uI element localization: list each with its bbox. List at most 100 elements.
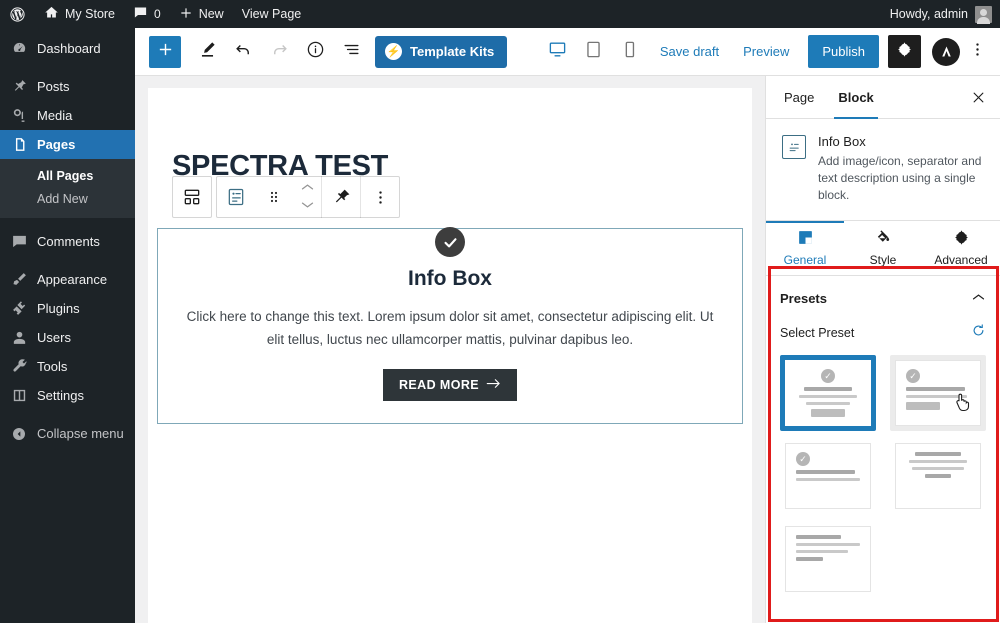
sidebar-label-pages: Pages bbox=[37, 137, 76, 152]
device-tablet-button[interactable] bbox=[577, 35, 611, 69]
adminbar-comments[interactable]: 0 bbox=[124, 0, 170, 28]
check-circle-icon: ✓ bbox=[821, 369, 835, 383]
sidebar-item-settings[interactable]: Settings bbox=[0, 381, 135, 410]
device-desktop-button[interactable] bbox=[541, 35, 575, 69]
chevron-up-icon[interactable] bbox=[300, 179, 315, 197]
home-icon bbox=[44, 5, 59, 23]
sidebar-label-dashboard: Dashboard bbox=[37, 41, 101, 56]
sidebar-item-posts[interactable]: Posts bbox=[0, 72, 135, 101]
tab-general[interactable]: General bbox=[766, 221, 844, 275]
tab-style[interactable]: Style bbox=[844, 221, 922, 275]
preset-option-3[interactable]: ✓ bbox=[780, 438, 876, 514]
save-draft-button[interactable]: Save draft bbox=[649, 35, 730, 69]
sidebar-item-tools[interactable]: Tools bbox=[0, 352, 135, 381]
sidebar-item-add-new[interactable]: Add New bbox=[0, 188, 135, 211]
comment-bubble-icon bbox=[133, 5, 148, 23]
list-view-button[interactable] bbox=[333, 34, 369, 70]
details-button[interactable] bbox=[297, 34, 333, 70]
parent-block-icon[interactable] bbox=[173, 177, 211, 217]
block-card-title: Info Box bbox=[818, 134, 866, 149]
tab-block[interactable]: Block bbox=[826, 76, 885, 119]
menu-separator bbox=[0, 218, 135, 227]
tab-style-label: Style bbox=[869, 253, 897, 267]
read-more-button[interactable]: READ MORE bbox=[383, 369, 517, 401]
pin-tool-icon[interactable] bbox=[322, 177, 360, 217]
collapse-menu-button[interactable]: Collapse menu bbox=[0, 419, 135, 448]
block-options-icon[interactable] bbox=[361, 177, 399, 217]
info-box-block-icon[interactable] bbox=[217, 177, 255, 217]
sidebar-item-dashboard[interactable]: Dashboard bbox=[0, 34, 135, 63]
tools-button[interactable] bbox=[189, 34, 225, 70]
pin-icon bbox=[10, 78, 28, 96]
add-block-button[interactable] bbox=[149, 35, 181, 68]
device-mobile-button[interactable] bbox=[613, 35, 647, 69]
redo-arrow-icon bbox=[270, 40, 289, 64]
vertical-dots-icon bbox=[969, 41, 986, 63]
reset-circular-arrow-icon[interactable] bbox=[971, 323, 986, 343]
menu-separator bbox=[0, 410, 135, 419]
adminbar-new-content[interactable]: New bbox=[170, 0, 233, 28]
plus-icon bbox=[157, 41, 174, 63]
sidebar-item-media[interactable]: Media bbox=[0, 101, 135, 130]
placeholder-text-line bbox=[796, 557, 823, 561]
redo-button[interactable] bbox=[261, 34, 297, 70]
tab-advanced-label: Advanced bbox=[934, 253, 988, 267]
sidebar-tabs: Page Block bbox=[766, 76, 1000, 119]
publish-button[interactable]: Publish bbox=[808, 35, 879, 68]
sidebar-item-appearance[interactable]: Appearance bbox=[0, 265, 135, 294]
placeholder-button bbox=[906, 402, 940, 410]
sidebar-item-all-pages[interactable]: All Pages bbox=[0, 165, 135, 188]
avatar bbox=[975, 5, 992, 24]
info-box-title[interactable]: Info Box bbox=[180, 267, 720, 291]
close-icon[interactable] bbox=[962, 81, 994, 113]
wordpress-block-editor: My Store 0 New View Page Howdy, admin Da… bbox=[0, 0, 1000, 623]
adminbar-site-name[interactable]: My Store bbox=[35, 0, 124, 28]
brush-icon bbox=[10, 271, 28, 289]
template-kits-button[interactable]: ⚡ Template Kits bbox=[375, 35, 508, 68]
preset-option-1[interactable]: ✓ bbox=[780, 355, 876, 431]
placeholder-title-line bbox=[914, 452, 962, 456]
check-circle-icon: ✓ bbox=[796, 452, 810, 466]
chevron-down-icon[interactable] bbox=[300, 197, 315, 215]
info-box-block[interactable]: Info Box Click here to change this text.… bbox=[157, 227, 743, 424]
presets-section-header[interactable]: Presets bbox=[766, 276, 1000, 317]
tab-page[interactable]: Page bbox=[772, 76, 826, 119]
sidebar-label-users: Users bbox=[37, 330, 71, 345]
sidebar-label-plugins: Plugins bbox=[37, 301, 80, 316]
sidebar-item-plugins[interactable]: Plugins bbox=[0, 294, 135, 323]
info-box-text[interactable]: Click here to change this text. Lorem ip… bbox=[180, 305, 720, 351]
select-preset-row: Select Preset bbox=[766, 317, 1000, 351]
placeholder-title-line bbox=[804, 387, 852, 391]
preview-button[interactable]: Preview bbox=[732, 35, 800, 69]
editor-canvas: SPECTRA TEST Info Box Click here to chan… bbox=[135, 76, 765, 623]
preset-option-2[interactable]: ✓ bbox=[890, 355, 986, 431]
read-more-label: READ MORE bbox=[399, 378, 479, 392]
placeholder-text-line bbox=[912, 467, 964, 470]
paint-bucket-icon bbox=[875, 229, 892, 249]
sidebar-item-pages[interactable]: Pages bbox=[0, 130, 135, 159]
adminbar-account[interactable]: Howdy, admin bbox=[890, 5, 1000, 24]
settings-toggle-button[interactable] bbox=[888, 35, 921, 68]
adminbar-view-page[interactable]: View Page bbox=[233, 0, 311, 28]
preset-option-5[interactable] bbox=[780, 521, 876, 597]
adminbar-new-label: New bbox=[198, 7, 224, 21]
presets-label: Presets bbox=[780, 290, 827, 306]
placeholder-text-line bbox=[796, 550, 849, 553]
preset-grid: ✓ ✓ ✓ bbox=[766, 351, 1000, 607]
editor-options-button[interactable] bbox=[962, 35, 992, 69]
undo-button[interactable] bbox=[225, 34, 261, 70]
preset-option-4[interactable] bbox=[890, 438, 986, 514]
block-settings-tabs: General Style Advanced bbox=[766, 221, 1000, 276]
info-box-block-icon bbox=[782, 135, 806, 159]
sidebar-item-users[interactable]: Users bbox=[0, 323, 135, 352]
chevron-up-icon[interactable] bbox=[971, 289, 986, 307]
astra-logo-icon[interactable] bbox=[932, 37, 960, 66]
sidebar-item-comments[interactable]: Comments bbox=[0, 227, 135, 256]
bolt-icon: ⚡ bbox=[385, 43, 402, 60]
drag-handle-icon[interactable] bbox=[255, 177, 293, 217]
wordpress-logo-icon[interactable] bbox=[0, 0, 35, 28]
editor-header: ⚡ Template Kits Save draft Preview Publi… bbox=[135, 28, 1000, 76]
pages-submenu: All Pages Add New bbox=[0, 159, 135, 218]
sidebar-label-appearance: Appearance bbox=[37, 272, 108, 287]
tab-advanced[interactable]: Advanced bbox=[922, 221, 1000, 275]
